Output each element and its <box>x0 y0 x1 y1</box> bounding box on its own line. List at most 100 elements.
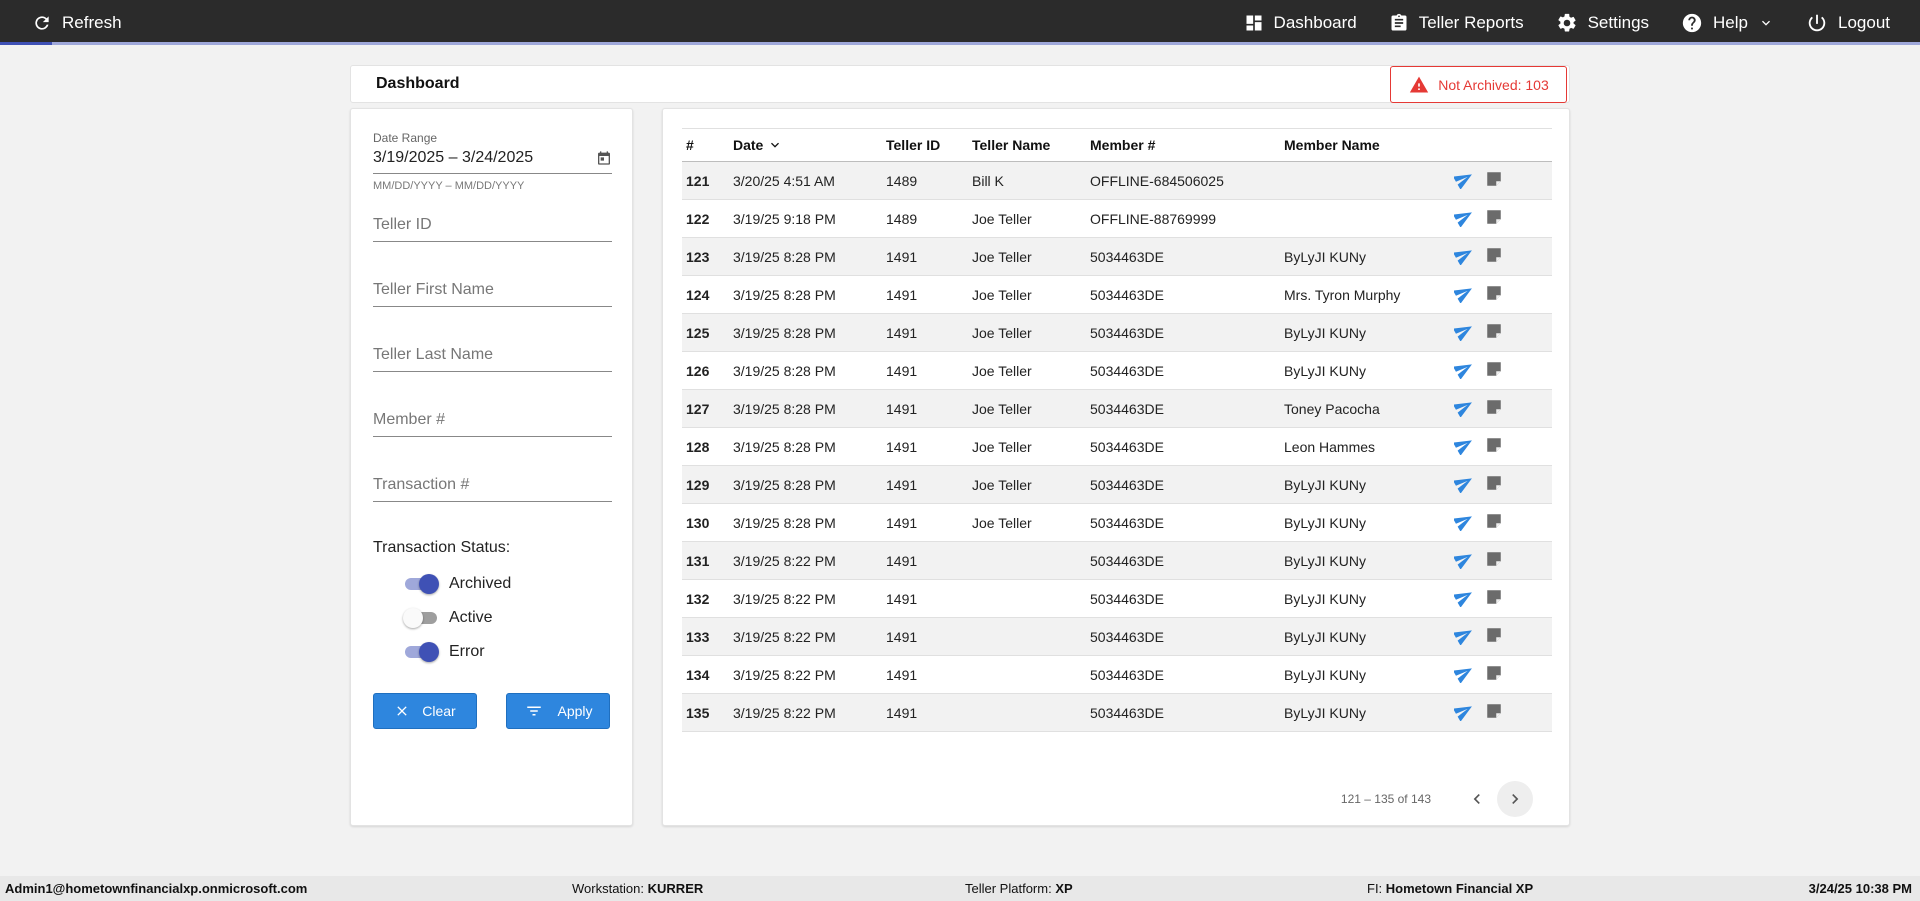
send-icon[interactable] <box>1453 207 1474 230</box>
send-icon[interactable] <box>1453 359 1474 382</box>
apply-button[interactable]: Apply <box>506 693 610 729</box>
nav-teller-reports[interactable]: Teller Reports <box>1373 0 1540 45</box>
table-row[interactable]: 121 3/20/25 4:51 AM 1489 Bill K OFFLINE-6845… <box>682 161 1552 200</box>
nav-dashboard[interactable]: Dashboard <box>1228 0 1373 45</box>
transaction-number-input[interactable] <box>373 476 612 494</box>
cell-member-number: 5034463DE <box>1086 427 1280 466</box>
sort-chevron-down-icon[interactable] <box>767 137 783 153</box>
transactions-table: # Date Teller ID Teller Name Member # Me… <box>682 128 1552 732</box>
cell-send <box>1450 655 1481 694</box>
table-row[interactable]: 134 3/19/25 8:22 PM 1491 5034463DE ByLyJI KU… <box>682 655 1552 694</box>
table-row[interactable]: 128 3/19/25 8:28 PM 1491 Joe Teller 5034463D… <box>682 427 1552 466</box>
cell-date: 3/19/25 8:22 PM <box>729 693 882 732</box>
refresh-button[interactable]: Refresh <box>0 13 122 33</box>
cell-member-name: ByLyJI KUNy <box>1280 503 1450 542</box>
cell-send <box>1450 503 1481 542</box>
note-icon[interactable] <box>1485 626 1503 647</box>
note-icon[interactable] <box>1485 436 1503 457</box>
column-header-note <box>1481 128 1552 162</box>
teller-first-name-input[interactable] <box>373 281 612 299</box>
note-icon[interactable] <box>1485 284 1503 305</box>
date-range-value[interactable]: 3/19/2025 – 3/24/2025 <box>373 149 533 167</box>
table-row[interactable]: 131 3/19/25 8:22 PM 1491 5034463DE ByLyJI KU… <box>682 541 1552 580</box>
note-icon[interactable] <box>1485 664 1503 685</box>
cell-date: 3/19/25 8:28 PM <box>729 465 882 504</box>
teller-id-input[interactable] <box>373 216 612 234</box>
table-row[interactable]: 129 3/19/25 8:28 PM 1491 Joe Teller 5034463D… <box>682 465 1552 504</box>
note-icon[interactable] <box>1485 246 1503 267</box>
cell-date: 3/19/25 8:22 PM <box>729 579 882 618</box>
note-icon[interactable] <box>1485 474 1503 495</box>
cell-member-number: 5034463DE <box>1086 617 1280 656</box>
active-toggle[interactable] <box>403 607 439 629</box>
nav-settings[interactable]: Settings <box>1540 0 1665 45</box>
cell-date: 3/19/25 8:28 PM <box>729 427 882 466</box>
cell-teller-id: 1489 <box>882 199 968 238</box>
member-number-input[interactable] <box>373 411 612 429</box>
note-icon[interactable] <box>1485 588 1503 609</box>
note-icon[interactable] <box>1485 398 1503 419</box>
table-row[interactable]: 133 3/19/25 8:22 PM 1491 5034463DE ByLyJI KU… <box>682 617 1552 656</box>
archived-toggle[interactable] <box>403 573 439 595</box>
footer-teller-platform: Teller Platform: XP <box>965 881 1073 896</box>
cell-date: 3/19/25 8:28 PM <box>729 351 882 390</box>
send-icon[interactable] <box>1453 625 1474 648</box>
send-icon[interactable] <box>1453 321 1474 344</box>
send-icon[interactable] <box>1453 397 1474 420</box>
cell-date: 3/19/25 8:28 PM <box>729 503 882 542</box>
table-row[interactable]: 122 3/19/25 9:18 PM 1489 Joe Teller OFFLINE-… <box>682 199 1552 238</box>
note-icon[interactable] <box>1485 208 1503 229</box>
cell-note <box>1481 693 1552 732</box>
note-icon[interactable] <box>1485 322 1503 343</box>
table-row[interactable]: 135 3/19/25 8:22 PM 1491 5034463DE ByLyJI KU… <box>682 693 1552 732</box>
table-row[interactable]: 132 3/19/25 8:22 PM 1491 5034463DE ByLyJI KU… <box>682 579 1552 618</box>
column-header-number: # <box>682 128 729 162</box>
cell-teller-name: Joe Teller <box>968 237 1086 276</box>
date-range-field[interactable]: Date Range 3/19/2025 – 3/24/2025 MM/DD/Y… <box>373 131 612 192</box>
table-row[interactable]: 130 3/19/25 8:28 PM 1491 Joe Teller 5034463D… <box>682 503 1552 542</box>
clear-button[interactable]: Clear <box>373 693 477 729</box>
cell-teller-id: 1491 <box>882 579 968 618</box>
table-row[interactable]: 125 3/19/25 8:28 PM 1491 Joe Teller 5034463D… <box>682 313 1552 352</box>
table-row[interactable]: 124 3/19/25 8:28 PM 1491 Joe Teller 5034463D… <box>682 275 1552 314</box>
error-toggle[interactable] <box>403 641 439 663</box>
cell-teller-name: Joe Teller <box>968 389 1086 428</box>
cell-member-number: 5034463DE <box>1086 389 1280 428</box>
note-icon[interactable] <box>1485 360 1503 381</box>
cell-send <box>1450 693 1481 732</box>
warning-icon <box>1410 76 1429 92</box>
send-icon[interactable] <box>1453 663 1474 686</box>
not-archived-badge[interactable]: Not Archived: 103 <box>1390 66 1567 103</box>
send-icon[interactable] <box>1453 245 1474 268</box>
cell-teller-name <box>968 617 1086 656</box>
send-icon[interactable] <box>1453 701 1474 724</box>
teller-last-name-field <box>373 346 612 372</box>
note-icon[interactable] <box>1485 512 1503 533</box>
cell-teller-name: Bill K <box>968 161 1086 200</box>
send-icon[interactable] <box>1453 283 1474 306</box>
send-icon[interactable] <box>1453 587 1474 610</box>
table-row[interactable]: 126 3/19/25 8:28 PM 1491 Joe Teller 5034463D… <box>682 351 1552 390</box>
note-icon[interactable] <box>1485 702 1503 723</box>
nav-logout[interactable]: Logout <box>1790 0 1906 45</box>
send-icon[interactable] <box>1453 549 1474 572</box>
send-icon[interactable] <box>1453 169 1474 192</box>
send-icon[interactable] <box>1453 435 1474 458</box>
column-header-date[interactable]: Date <box>729 128 882 162</box>
note-icon[interactable] <box>1485 550 1503 571</box>
cell-note <box>1481 617 1552 656</box>
power-icon <box>1808 14 1826 31</box>
send-icon[interactable] <box>1453 511 1474 534</box>
member-number-field <box>373 411 612 437</box>
nav-help[interactable]: Help <box>1665 0 1790 45</box>
cell-teller-id: 1491 <box>882 655 968 694</box>
calendar-icon[interactable] <box>596 150 612 166</box>
table-row[interactable]: 127 3/19/25 8:28 PM 1491 Joe Teller 5034463D… <box>682 389 1552 428</box>
note-icon[interactable] <box>1485 170 1503 191</box>
table-row[interactable]: 123 3/19/25 8:28 PM 1491 Joe Teller 5034463D… <box>682 237 1552 276</box>
next-page-button[interactable] <box>1497 781 1533 817</box>
previous-page-button[interactable] <box>1459 781 1495 817</box>
chevron-right-icon <box>1512 794 1519 804</box>
teller-last-name-input[interactable] <box>373 346 612 364</box>
send-icon[interactable] <box>1453 473 1474 496</box>
